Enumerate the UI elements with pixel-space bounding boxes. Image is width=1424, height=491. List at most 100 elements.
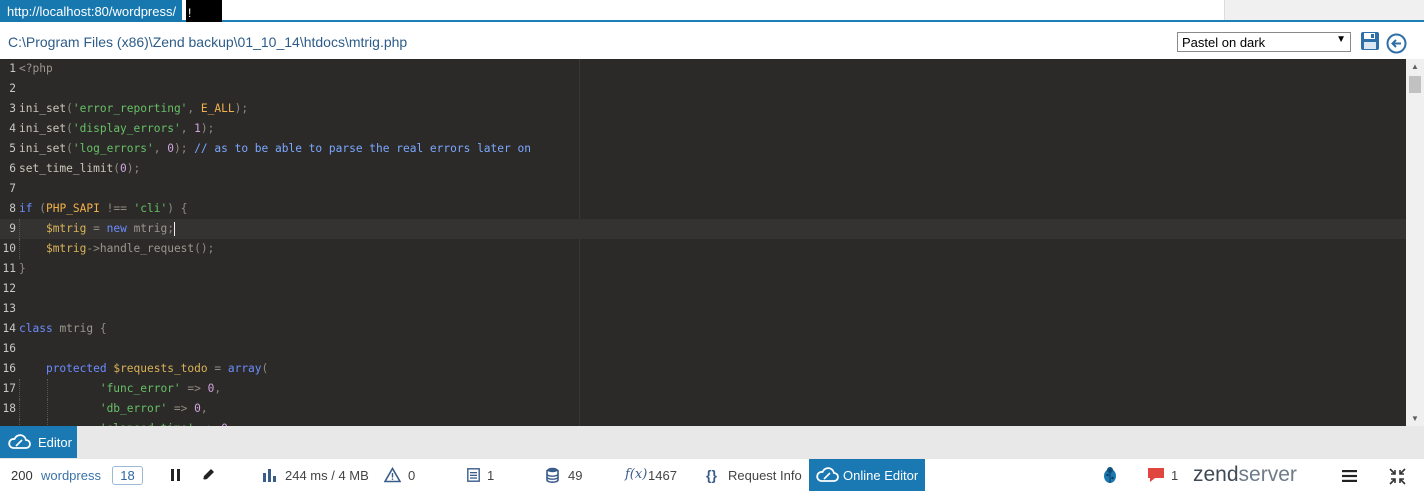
function-icon: f(x) [625,467,648,482]
text-cursor [174,222,175,236]
event-count[interactable]: 1 [487,468,494,483]
code-line[interactable]: 16 [0,339,1406,359]
indent-guide [47,419,48,426]
pause-icon[interactable] [171,469,180,481]
code-line[interactable]: 1 <?php [0,59,1406,79]
address-bar-right [1224,0,1424,20]
indent-guide [47,379,48,399]
indent-guide [19,219,20,239]
line-number: 6 [9,162,16,175]
performance-summary[interactable]: 244 ms / 4 MB [285,468,369,483]
message-icon[interactable] [1147,467,1165,483]
online-editor-button[interactable]: Online Editor [809,459,925,491]
line-text: if (PHP_SAPI !== 'cli') { [19,202,188,215]
braces-icon: {} [706,467,717,483]
back-arrow-icon[interactable] [1386,33,1407,54]
logo-server: server [1238,463,1297,486]
bug-icon[interactable] [1101,466,1119,484]
code-line[interactable]: 9 $mtrig = new mtrig; [0,219,1406,239]
line-number: 14 [2,322,16,335]
line-number: 10 [2,242,16,255]
line-text: <?php [19,62,53,75]
line-number: 8 [9,202,16,215]
line-number: 1 [9,62,16,75]
code-line[interactable]: 6 set_time_limit(0); [0,159,1406,179]
code-line[interactable]: 'elapsed_time' => 0, [0,419,1406,426]
message-count[interactable]: 1 [1171,468,1178,483]
file-path: C:\Program Files (x86)\Zend backup\01_10… [8,34,408,50]
logo-zend: zend [1193,463,1239,486]
line-text: } [19,262,26,275]
warning-count[interactable]: 0 [408,468,415,483]
code-line[interactable]: 13 [0,299,1406,319]
indent-guide [19,379,20,399]
line-number: 9 [9,222,16,235]
line-number: 11 [2,262,16,275]
scroll-up-icon[interactable]: ▲ [1411,62,1419,71]
cloud-edit-icon [8,434,31,449]
database-icon [546,467,559,483]
query-count[interactable]: 49 [568,468,582,483]
code-line[interactable]: 10 $mtrig->handle_request(); [0,239,1406,259]
address-bar: http://localhost:80/wordpress/ ! [0,0,1424,22]
line-text: 'func_error' => 0, [99,382,222,395]
line-text: class mtrig { [19,322,107,335]
zend-server-logo: zendserver [1193,463,1297,487]
event-list-icon [467,468,480,482]
line-number: 3 [9,102,16,115]
editor-toolbar: C:\Program Files (x86)\Zend backup\01_10… [0,24,1424,59]
code-line[interactable]: 12 [0,279,1406,299]
line-text: 'elapsed_time' => 0, [19,419,235,426]
code-line[interactable]: 18 'db_error' => 0, [0,399,1406,419]
scrollbar-thumb[interactable] [1409,76,1421,93]
line-text: ini_set('error_reporting', E_ALL); [19,102,249,115]
line-number: 16 [2,342,16,355]
line-text: set_time_limit(0); [19,162,141,175]
code-line[interactable]: 7 [0,179,1406,199]
pencil-icon[interactable] [201,468,215,482]
request-count-badge[interactable]: 18 [112,466,143,485]
panel-tab-strip: Editor [0,426,1424,458]
indent-guide [19,239,20,259]
indent-guide [47,399,48,419]
online-editor-label: Online Editor [843,468,919,483]
code-line[interactable]: 2 [0,79,1406,99]
code-line[interactable]: 11} [0,259,1406,279]
line-number: 5 [9,142,16,155]
tab-editor[interactable]: Editor [0,426,77,458]
scroll-down-icon[interactable]: ▼ [1411,414,1419,423]
line-text: protected $requests_todo = array( [45,362,269,375]
collapse-icon[interactable] [1389,468,1406,485]
bar-chart-icon [263,469,276,482]
request-info-link[interactable]: Request Info [728,468,802,483]
theme-select-value: Pastel on dark [1182,35,1266,50]
http-status-code: 200 [11,468,33,483]
vertical-scrollbar[interactable]: ▲ ▼ [1406,59,1424,426]
code-line[interactable]: 5 ini_set('log_errors', 0); // as to be a… [0,139,1406,159]
url-display[interactable]: http://localhost:80/wordpress/ [0,0,183,22]
code-line[interactable]: 8 if (PHP_SAPI !== 'cli') { [0,199,1406,219]
line-text: $mtrig = new mtrig; [45,222,175,236]
line-number: 7 [9,182,16,195]
code-line[interactable]: 3 ini_set('error_reporting', E_ALL); [0,99,1406,119]
app-name-link[interactable]: wordpress [41,468,101,483]
line-number: 4 [9,122,16,135]
line-number: 17 [2,382,16,395]
code-editor[interactable]: 1 <?php 2 3 ini_set('error_reporting', E_ALL… [0,59,1424,426]
hamburger-menu-icon[interactable] [1342,470,1357,482]
line-number: 2 [9,82,16,95]
warning-icon [384,467,401,483]
indent-guide [19,399,20,419]
code-line[interactable]: 16 protected $requests_todo = array( [0,359,1406,379]
code-line[interactable]: 4 ini_set('display_errors', 1); [0,119,1406,139]
line-number: 12 [2,282,16,295]
line-number: 16 [2,362,16,375]
code-line[interactable]: 17 'func_error' => 0, [0,379,1406,399]
line-text: ini_set('display_errors', 1); [19,122,215,135]
url-overflow: ! [186,0,222,22]
save-icon[interactable] [1360,31,1380,51]
indent-guide [19,419,20,426]
function-count[interactable]: 1467 [648,468,677,483]
code-line[interactable]: 14 class mtrig { [0,319,1406,339]
theme-select[interactable]: Pastel on dark ▼ [1177,32,1351,52]
